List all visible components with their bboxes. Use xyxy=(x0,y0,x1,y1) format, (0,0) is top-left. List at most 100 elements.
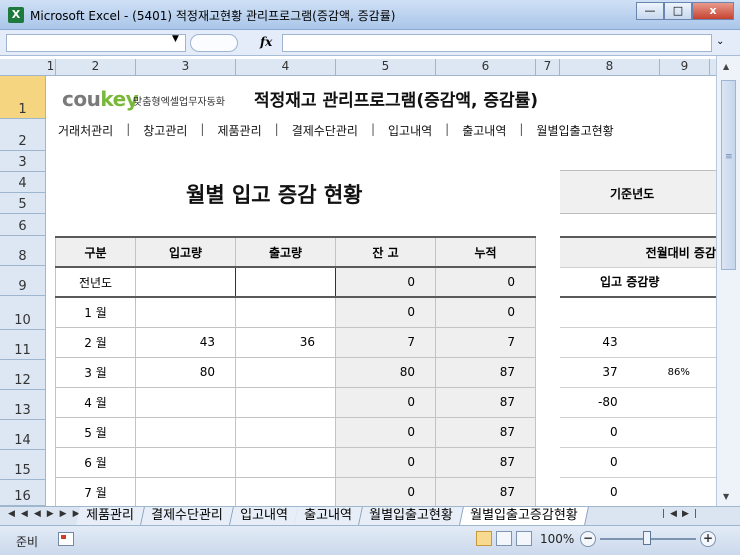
outbound-cell[interactable] xyxy=(235,416,336,448)
cumulative-cell[interactable]: 87 xyxy=(435,386,536,418)
menu-item-outbound-history[interactable]: 출고내역 xyxy=(462,122,506,139)
inbound-change-cell[interactable]: 0 xyxy=(560,447,662,478)
inbound-cell[interactable] xyxy=(135,446,236,478)
row-header[interactable]: 8 xyxy=(0,236,46,266)
inbound-cell[interactable] xyxy=(135,266,236,298)
sheet-tab-outbound-history[interactable]: 출고내역 xyxy=(294,507,364,525)
sheet-tab-inbound-history[interactable]: 입고내역 xyxy=(229,507,299,525)
worksheet-grid[interactable]: coukey 맞춤형엑셀업무자동화 적정재고 관리프로그램(증감액, 증감률) … xyxy=(46,76,716,506)
cumulative-cell[interactable]: 7 xyxy=(435,326,536,358)
cumulative-cell[interactable]: 87 xyxy=(435,416,536,448)
row-header[interactable]: 10 xyxy=(0,296,46,330)
macro-record-icon[interactable] xyxy=(58,532,74,546)
zoom-slider-thumb[interactable] xyxy=(643,531,651,545)
row-header[interactable]: 6 xyxy=(0,214,46,236)
menu-item-warehouse[interactable]: 창고관리 xyxy=(143,122,187,139)
balance-cell[interactable]: 0 xyxy=(335,266,436,298)
inbound-cell[interactable] xyxy=(135,386,236,418)
menu-item-payment-methods[interactable]: 결제수단관리 xyxy=(292,122,358,139)
name-box[interactable] xyxy=(6,34,186,52)
cumulative-cell[interactable]: 87 xyxy=(435,356,536,388)
balance-cell[interactable]: 0 xyxy=(335,386,436,418)
balance-cell[interactable]: 0 xyxy=(335,416,436,448)
zoom-in-button[interactable]: + xyxy=(700,531,716,547)
column-header[interactable]: 2 xyxy=(56,59,136,76)
row-header[interactable]: 3 xyxy=(0,151,46,172)
sheet-tab-monthly-inout-change[interactable]: 월별입출고증감현황 xyxy=(460,507,589,525)
row-header[interactable]: 1 xyxy=(0,76,46,119)
balance-cell[interactable]: 7 xyxy=(335,326,436,358)
column-header[interactable]: 4 xyxy=(236,59,336,76)
cumulative-cell[interactable]: 0 xyxy=(435,266,536,298)
column-header[interactable]: 9 xyxy=(660,59,710,76)
chevron-down-icon[interactable]: ▼ xyxy=(172,34,179,44)
balance-cell[interactable]: 0 xyxy=(335,476,436,506)
outbound-cell[interactable]: 36 xyxy=(235,326,336,358)
balance-cell[interactable]: 0 xyxy=(335,446,436,478)
column-header[interactable]: 6 xyxy=(436,59,536,76)
sheet-tab-payment-methods[interactable]: 결제수단관리 xyxy=(140,507,234,525)
inbound-change-cell[interactable]: -80 xyxy=(560,387,662,418)
outbound-cell[interactable] xyxy=(235,296,336,328)
row-header[interactable]: 15 xyxy=(0,450,46,480)
row-header[interactable]: 4 xyxy=(0,172,46,193)
cumulative-cell[interactable]: 87 xyxy=(435,446,536,478)
zoom-level[interactable]: 100% xyxy=(540,532,574,546)
inbound-rate-cell[interactable]: 86% xyxy=(661,357,716,388)
row-label[interactable]: 6 월 xyxy=(55,446,136,478)
row-header[interactable]: 14 xyxy=(0,420,46,450)
minimize-button[interactable]: — xyxy=(636,2,664,20)
inbound-rate-cell[interactable] xyxy=(661,477,716,506)
column-header[interactable]: 5 xyxy=(336,59,436,76)
insert-function-button[interactable]: fx xyxy=(260,35,272,49)
column-header[interactable]: 3 xyxy=(136,59,236,76)
inbound-change-cell[interactable]: 0 xyxy=(560,417,662,448)
row-label[interactable]: 7 월 xyxy=(55,476,136,506)
sheet-navigation-icon[interactable]: ◀◀◀▶▶▶ xyxy=(8,509,86,519)
inbound-change-cell[interactable]: 0 xyxy=(560,477,662,506)
outbound-cell[interactable] xyxy=(235,266,336,298)
sheet-tab-monthly-inout-status[interactable]: 월별입출고현황 xyxy=(359,507,464,525)
inbound-rate-cell[interactable] xyxy=(661,297,716,328)
row-label[interactable]: 5 월 xyxy=(55,416,136,448)
close-button[interactable]: x xyxy=(692,2,734,20)
row-label[interactable]: 4 월 xyxy=(55,386,136,418)
row-header[interactable]: 2 xyxy=(0,119,46,151)
outbound-cell[interactable] xyxy=(235,386,336,418)
scroll-down-icon[interactable]: ▼ xyxy=(723,492,729,501)
column-header[interactable]: 8 xyxy=(560,59,660,76)
balance-cell[interactable]: 80 xyxy=(335,356,436,388)
menu-item-inbound-history[interactable]: 입고내역 xyxy=(388,122,432,139)
inbound-cell[interactable] xyxy=(135,476,236,506)
row-header[interactable]: 5 xyxy=(0,193,46,214)
row-header[interactable]: 16 xyxy=(0,480,46,506)
inbound-cell[interactable]: 80 xyxy=(135,356,236,388)
column-header[interactable]: 7 xyxy=(536,59,560,76)
row-header[interactable]: 13 xyxy=(0,390,46,420)
inbound-rate-cell[interactable] xyxy=(661,387,716,418)
formula-input[interactable] xyxy=(282,34,712,52)
outbound-cell[interactable] xyxy=(235,476,336,506)
row-label[interactable]: 전년도 xyxy=(55,266,136,298)
formula-cancel-enter-buttons[interactable] xyxy=(190,34,238,52)
inbound-change-cell[interactable] xyxy=(560,297,662,328)
row-label[interactable]: 2 월 xyxy=(55,326,136,358)
balance-cell[interactable]: 0 xyxy=(335,296,436,328)
outbound-cell[interactable] xyxy=(235,356,336,388)
inbound-change-cell[interactable]: 43 xyxy=(560,327,662,358)
menu-item-monthly-inout-status[interactable]: 월별입출고현황 xyxy=(536,122,613,139)
row-header[interactable]: 9 xyxy=(0,266,46,296)
inbound-cell[interactable] xyxy=(135,296,236,328)
horizontal-scroll-icon[interactable]: |◀▶| xyxy=(662,509,702,519)
vertical-scrollbar[interactable]: ▲ ≡ ▼ xyxy=(716,56,740,506)
expand-formula-bar-icon[interactable]: ⌄ xyxy=(716,36,724,47)
sheet-tab-products[interactable]: 제품관리 xyxy=(76,507,145,525)
row-header[interactable]: 11 xyxy=(0,330,46,360)
column-header[interactable]: 1 xyxy=(46,59,56,76)
menu-item-clients[interactable]: 거래처관리 xyxy=(58,122,113,139)
normal-view-icon[interactable] xyxy=(476,531,492,546)
base-year-cell[interactable]: 기준년도 xyxy=(560,170,716,214)
outbound-cell[interactable] xyxy=(235,446,336,478)
excel-app-icon[interactable]: X xyxy=(8,7,24,23)
page-break-view-icon[interactable] xyxy=(516,531,532,546)
